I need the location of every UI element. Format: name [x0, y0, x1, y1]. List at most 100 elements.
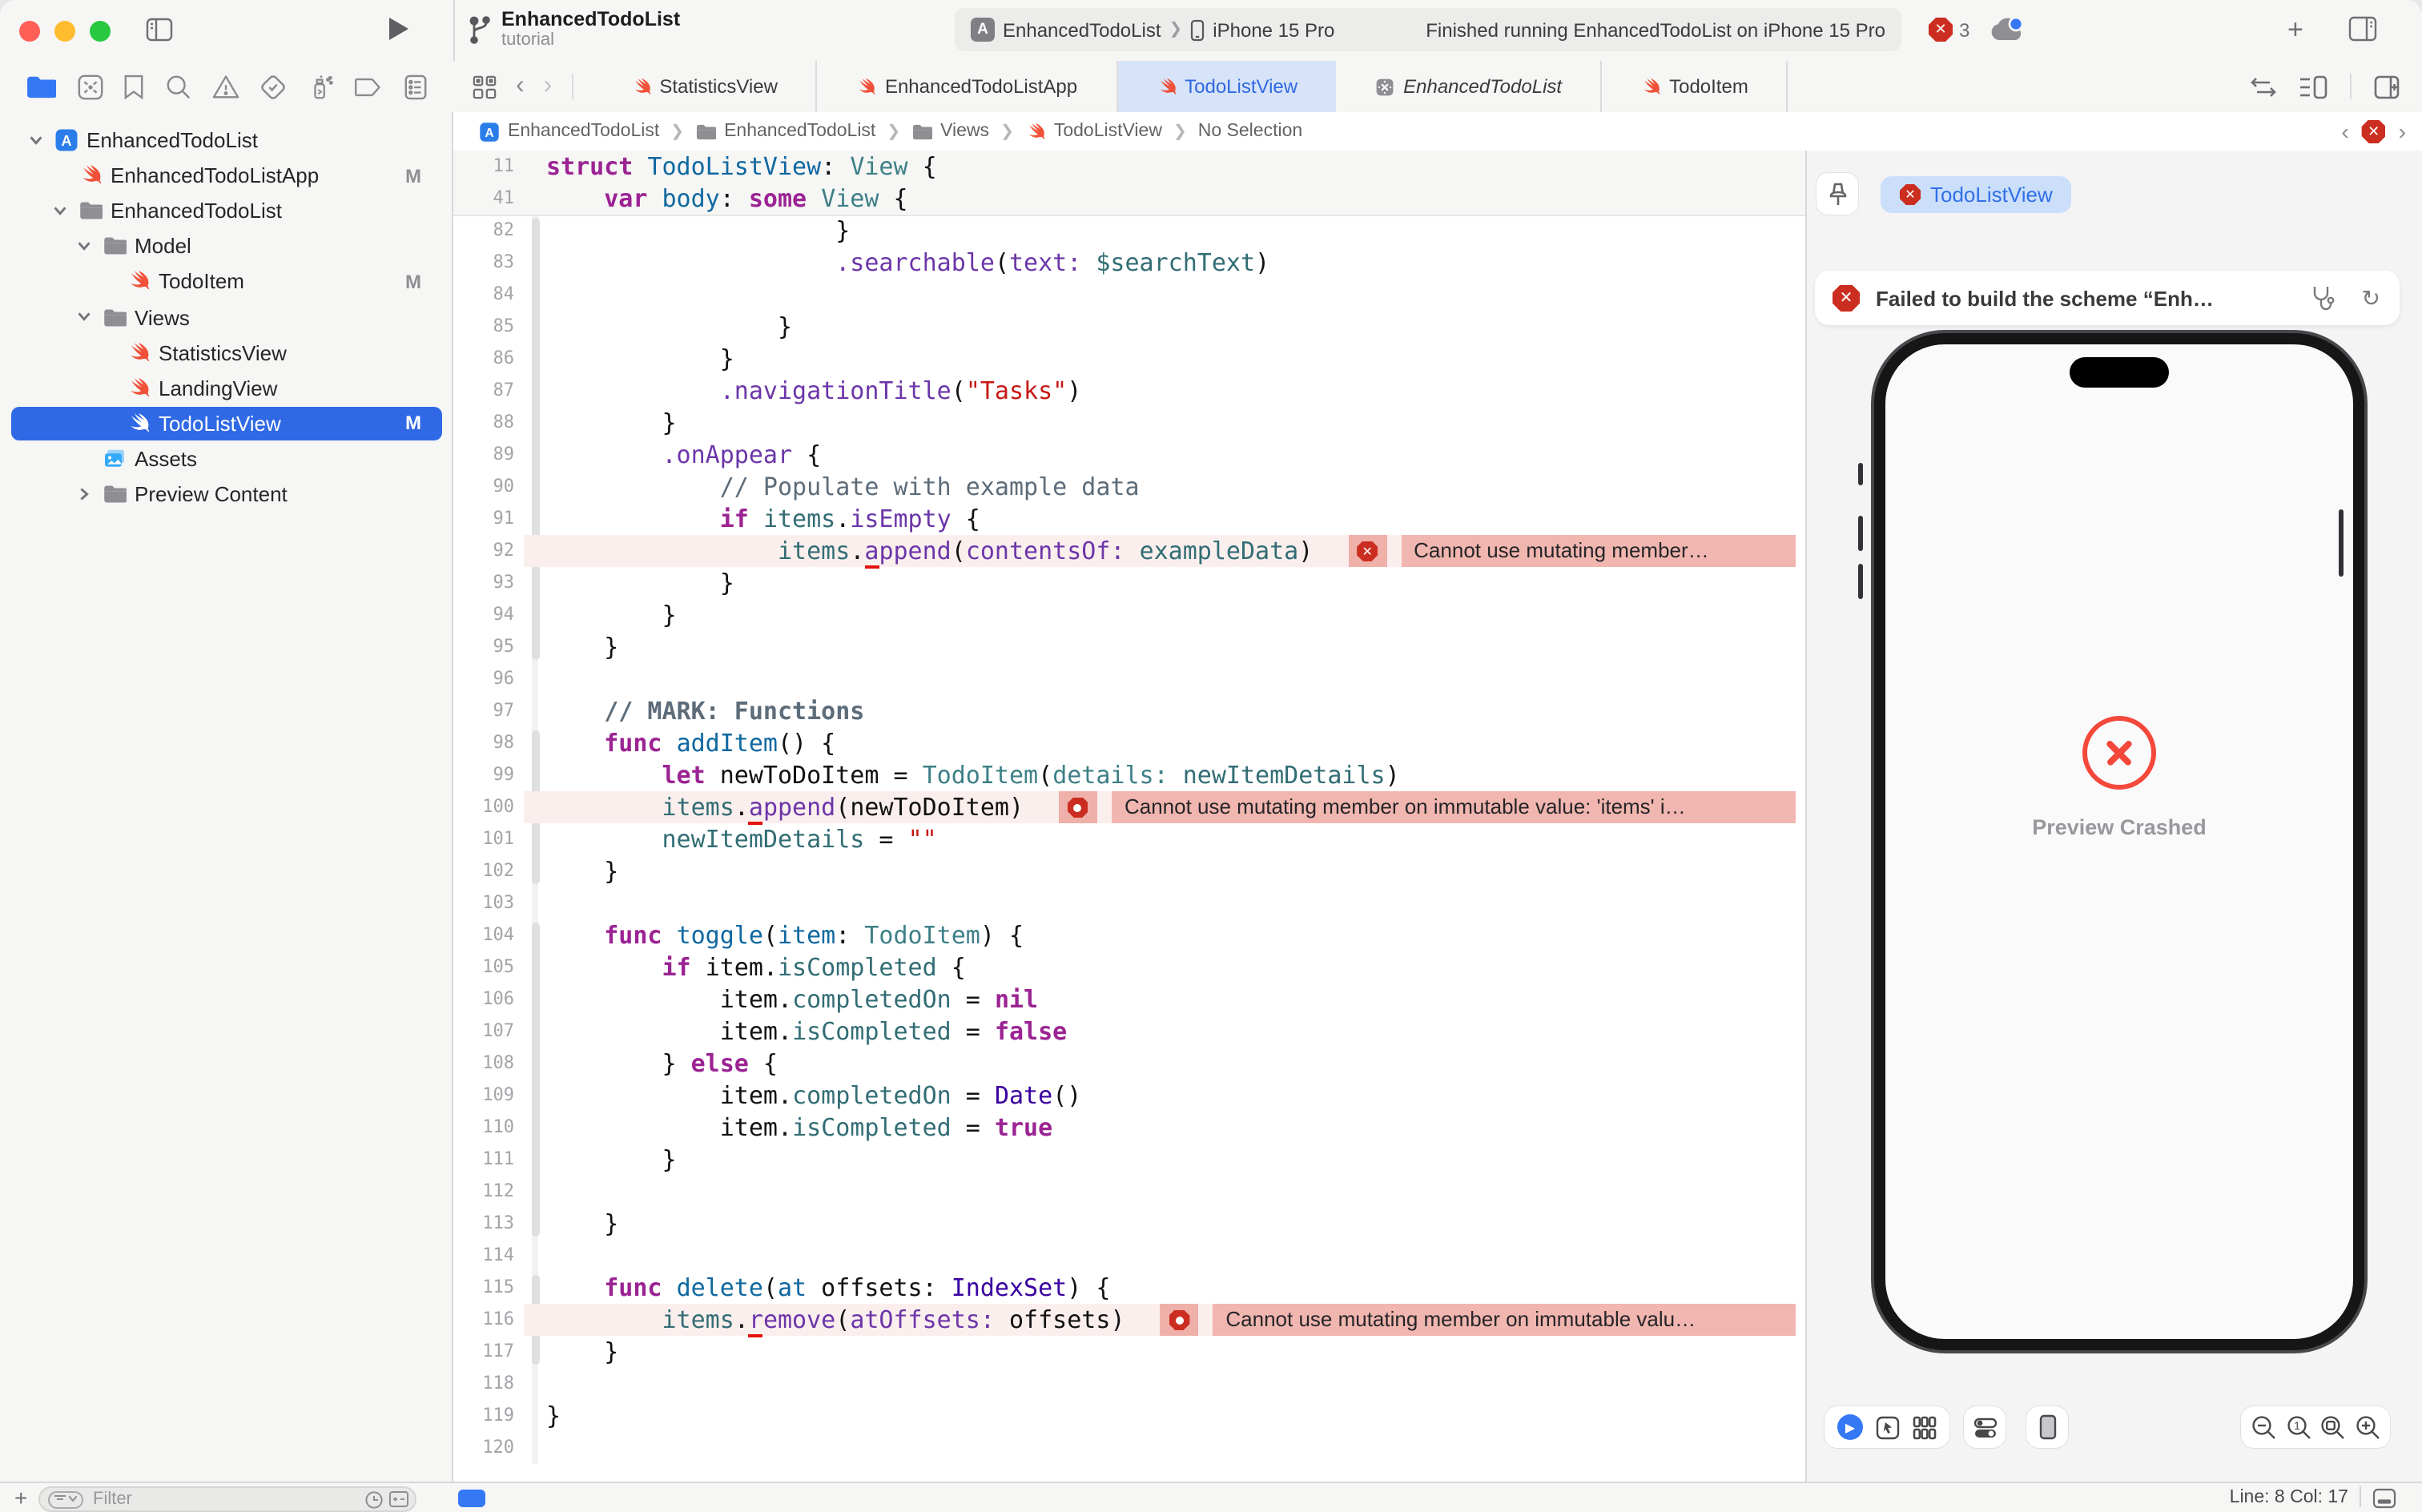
- toggle-navigator-icon[interactable]: [146, 18, 173, 42]
- run-destination[interactable]: iPhone 15 Pro: [1213, 18, 1334, 41]
- navigator-reports-icon[interactable]: [403, 73, 427, 100]
- navigator-breakpoints-icon[interactable]: [354, 74, 383, 99]
- code-text[interactable]: // Populate with example data: [546, 471, 1140, 503]
- code-line-104[interactable]: 104 func toggle(item: TodoItem) {: [453, 919, 1805, 951]
- code-line-103[interactable]: 103: [453, 887, 1805, 919]
- code-line-101[interactable]: 101 newItemDetails = "": [453, 823, 1805, 855]
- close-window-button[interactable]: [19, 21, 40, 42]
- code-line-94[interactable]: 94 }: [453, 599, 1805, 631]
- code-text[interactable]: }: [546, 1144, 677, 1176]
- branch-name[interactable]: tutorial: [501, 30, 680, 50]
- live-preview-button[interactable]: ▶: [1837, 1414, 1863, 1440]
- tab-todolistview[interactable]: TodoListView: [1117, 61, 1336, 112]
- navigator-bookmarks-icon[interactable]: [123, 73, 144, 100]
- next-issue-icon[interactable]: ›: [2399, 119, 2406, 144]
- code-line-107[interactable]: 107 item.isCompleted = false: [453, 1015, 1805, 1048]
- related-items-icon[interactable]: [473, 74, 497, 99]
- code-text[interactable]: }: [546, 311, 792, 343]
- retry-preview-icon[interactable]: ↻: [2362, 284, 2380, 312]
- device-icon[interactable]: [2038, 1414, 2056, 1440]
- code-text[interactable]: }: [546, 407, 677, 439]
- navigator-debug-icon[interactable]: [307, 73, 334, 100]
- code-line-118[interactable]: 118: [453, 1368, 1805, 1400]
- run-button[interactable]: [388, 16, 410, 42]
- sidebar-item-landingview[interactable]: LandingView: [0, 371, 453, 404]
- forward-icon[interactable]: ›: [544, 72, 553, 101]
- sidebar-item-views[interactable]: Views: [0, 300, 453, 334]
- zoom-100-icon[interactable]: 1: [2285, 1414, 2311, 1440]
- build-failed-banner[interactable]: ✕ Failed to build the scheme “Enh… ↻: [1815, 271, 2400, 325]
- error-badge[interactable]: [1160, 1304, 1198, 1336]
- code-line-119[interactable]: 119}: [453, 1400, 1805, 1432]
- code-line-106[interactable]: 106 item.completedOn = nil: [453, 983, 1805, 1015]
- code-line-95[interactable]: 95 }: [453, 631, 1805, 663]
- code-line-115[interactable]: 115 func delete(at offsets: IndexSet) {: [453, 1272, 1805, 1304]
- minimize-window-button[interactable]: [54, 21, 75, 42]
- previous-issue-icon[interactable]: ‹: [2341, 119, 2348, 144]
- code-line-82[interactable]: 82 }: [453, 215, 1805, 247]
- code-text[interactable]: }: [546, 343, 734, 375]
- breadcrumb-item-views[interactable]: Views: [911, 121, 989, 142]
- code-line-85[interactable]: 85 }: [453, 311, 1805, 343]
- code-line-97[interactable]: 97 // MARK: Functions: [453, 695, 1805, 727]
- code-line-116[interactable]: 116 items.remove(atOffsets: offsets)Cann…: [453, 1304, 1805, 1336]
- error-badge[interactable]: ✕: [1348, 535, 1386, 567]
- editor-options-icon[interactable]: [2299, 74, 2327, 99]
- error-message[interactable]: Cannot use mutating member on immutable …: [1112, 791, 1796, 823]
- zoom-in-icon[interactable]: [2355, 1414, 2380, 1440]
- code-text[interactable]: .onAppear {: [546, 439, 821, 471]
- code-line-120[interactable]: 120: [453, 1432, 1805, 1464]
- code-text[interactable]: }: [546, 855, 618, 887]
- zoom-fit-icon[interactable]: [2320, 1414, 2346, 1440]
- sidebar-item-assets[interactable]: Assets: [0, 442, 453, 476]
- code-text[interactable]: }: [546, 1208, 618, 1240]
- code-text[interactable]: }: [546, 1336, 618, 1368]
- error-message[interactable]: Cannot use mutating member…: [1401, 535, 1796, 567]
- code-line-90[interactable]: 90 // Populate with example data: [453, 471, 1805, 503]
- scheme-segment[interactable]: A EnhancedTodoList ❯ iPhone 15 Pro: [971, 8, 1334, 51]
- scheme-name[interactable]: EnhancedTodoList: [1003, 18, 1161, 41]
- swap-editor-icon[interactable]: [2251, 76, 2276, 97]
- breadcrumb-item-enhancedtodolist[interactable]: AEnhancedTodoList: [479, 121, 659, 142]
- code-line-89[interactable]: 89 .onAppear {: [453, 439, 1805, 471]
- editor-only-icon[interactable]: [2372, 1487, 2396, 1508]
- sidebar-item-enhancedtodolist[interactable]: AEnhancedTodoList: [0, 123, 453, 157]
- sidebar-item-statisticsview[interactable]: StatisticsView: [0, 336, 453, 369]
- code-text[interactable]: items.remove(atOffsets: offsets): [546, 1304, 1125, 1336]
- code-text[interactable]: item.completedOn = Date(): [546, 1080, 1081, 1112]
- code-text[interactable]: if items.isEmpty {: [546, 503, 980, 535]
- code-line-98[interactable]: 98 func addItem() {: [453, 727, 1805, 759]
- code-text[interactable]: .navigationTitle("Tasks"): [546, 375, 1081, 407]
- tab-enhancedtodolist[interactable]: EnhancedTodoList: [1336, 61, 1602, 112]
- code-text[interactable]: }: [546, 1400, 561, 1432]
- navigator-find-icon[interactable]: [164, 73, 191, 100]
- code-line-83[interactable]: 83 .searchable(text: $searchText): [453, 247, 1805, 279]
- editor-mode-chip[interactable]: [458, 1490, 485, 1507]
- sticky-line-11[interactable]: 11struct TodoListView: View {: [453, 151, 1805, 184]
- code-line-92[interactable]: 92 items.append(contentsOf: exampleData)…: [453, 535, 1805, 567]
- chevron-down-icon[interactable]: [75, 308, 95, 327]
- code-text[interactable]: item.isCompleted = false: [546, 1015, 1067, 1048]
- code-text[interactable]: if item.isCompleted {: [546, 951, 966, 983]
- code-text[interactable]: item.completedOn = nil: [546, 983, 1038, 1015]
- chevron-right-icon[interactable]: [75, 485, 95, 504]
- activity-view[interactable]: A EnhancedTodoList ❯ iPhone 15 Pro Finis…: [955, 8, 1901, 51]
- code-text[interactable]: newItemDetails = "": [546, 823, 937, 855]
- sidebar-item-enhancedtodolist[interactable]: EnhancedTodoList: [0, 194, 453, 227]
- sidebar-item-preview-content[interactable]: Preview Content: [0, 477, 453, 511]
- code-line-109[interactable]: 109 item.completedOn = Date(): [453, 1080, 1805, 1112]
- code-text[interactable]: // MARK: Functions: [546, 695, 864, 727]
- preview-target-pill[interactable]: ✕ TodoListView: [1881, 176, 2072, 213]
- code-line-91[interactable]: 91 if items.isEmpty {: [453, 503, 1805, 535]
- breadcrumb-item-no-selection[interactable]: No Selection: [1198, 122, 1302, 141]
- navigator-changes-icon[interactable]: [77, 73, 104, 100]
- code-line-93[interactable]: 93 }: [453, 567, 1805, 599]
- error-count-badge[interactable]: ✕ 3: [1929, 18, 1969, 42]
- breadcrumb-item-todolistview[interactable]: TodoListView: [1025, 121, 1162, 142]
- code-line-105[interactable]: 105 if item.isCompleted {: [453, 951, 1805, 983]
- variants-preview-icon[interactable]: [1913, 1415, 1937, 1439]
- code-line-88[interactable]: 88 }: [453, 407, 1805, 439]
- code-text[interactable]: .searchable(text: $searchText): [546, 247, 1269, 279]
- sidebar-item-todolistview[interactable]: TodoListViewM: [0, 407, 453, 440]
- chevron-down-icon[interactable]: [75, 237, 95, 256]
